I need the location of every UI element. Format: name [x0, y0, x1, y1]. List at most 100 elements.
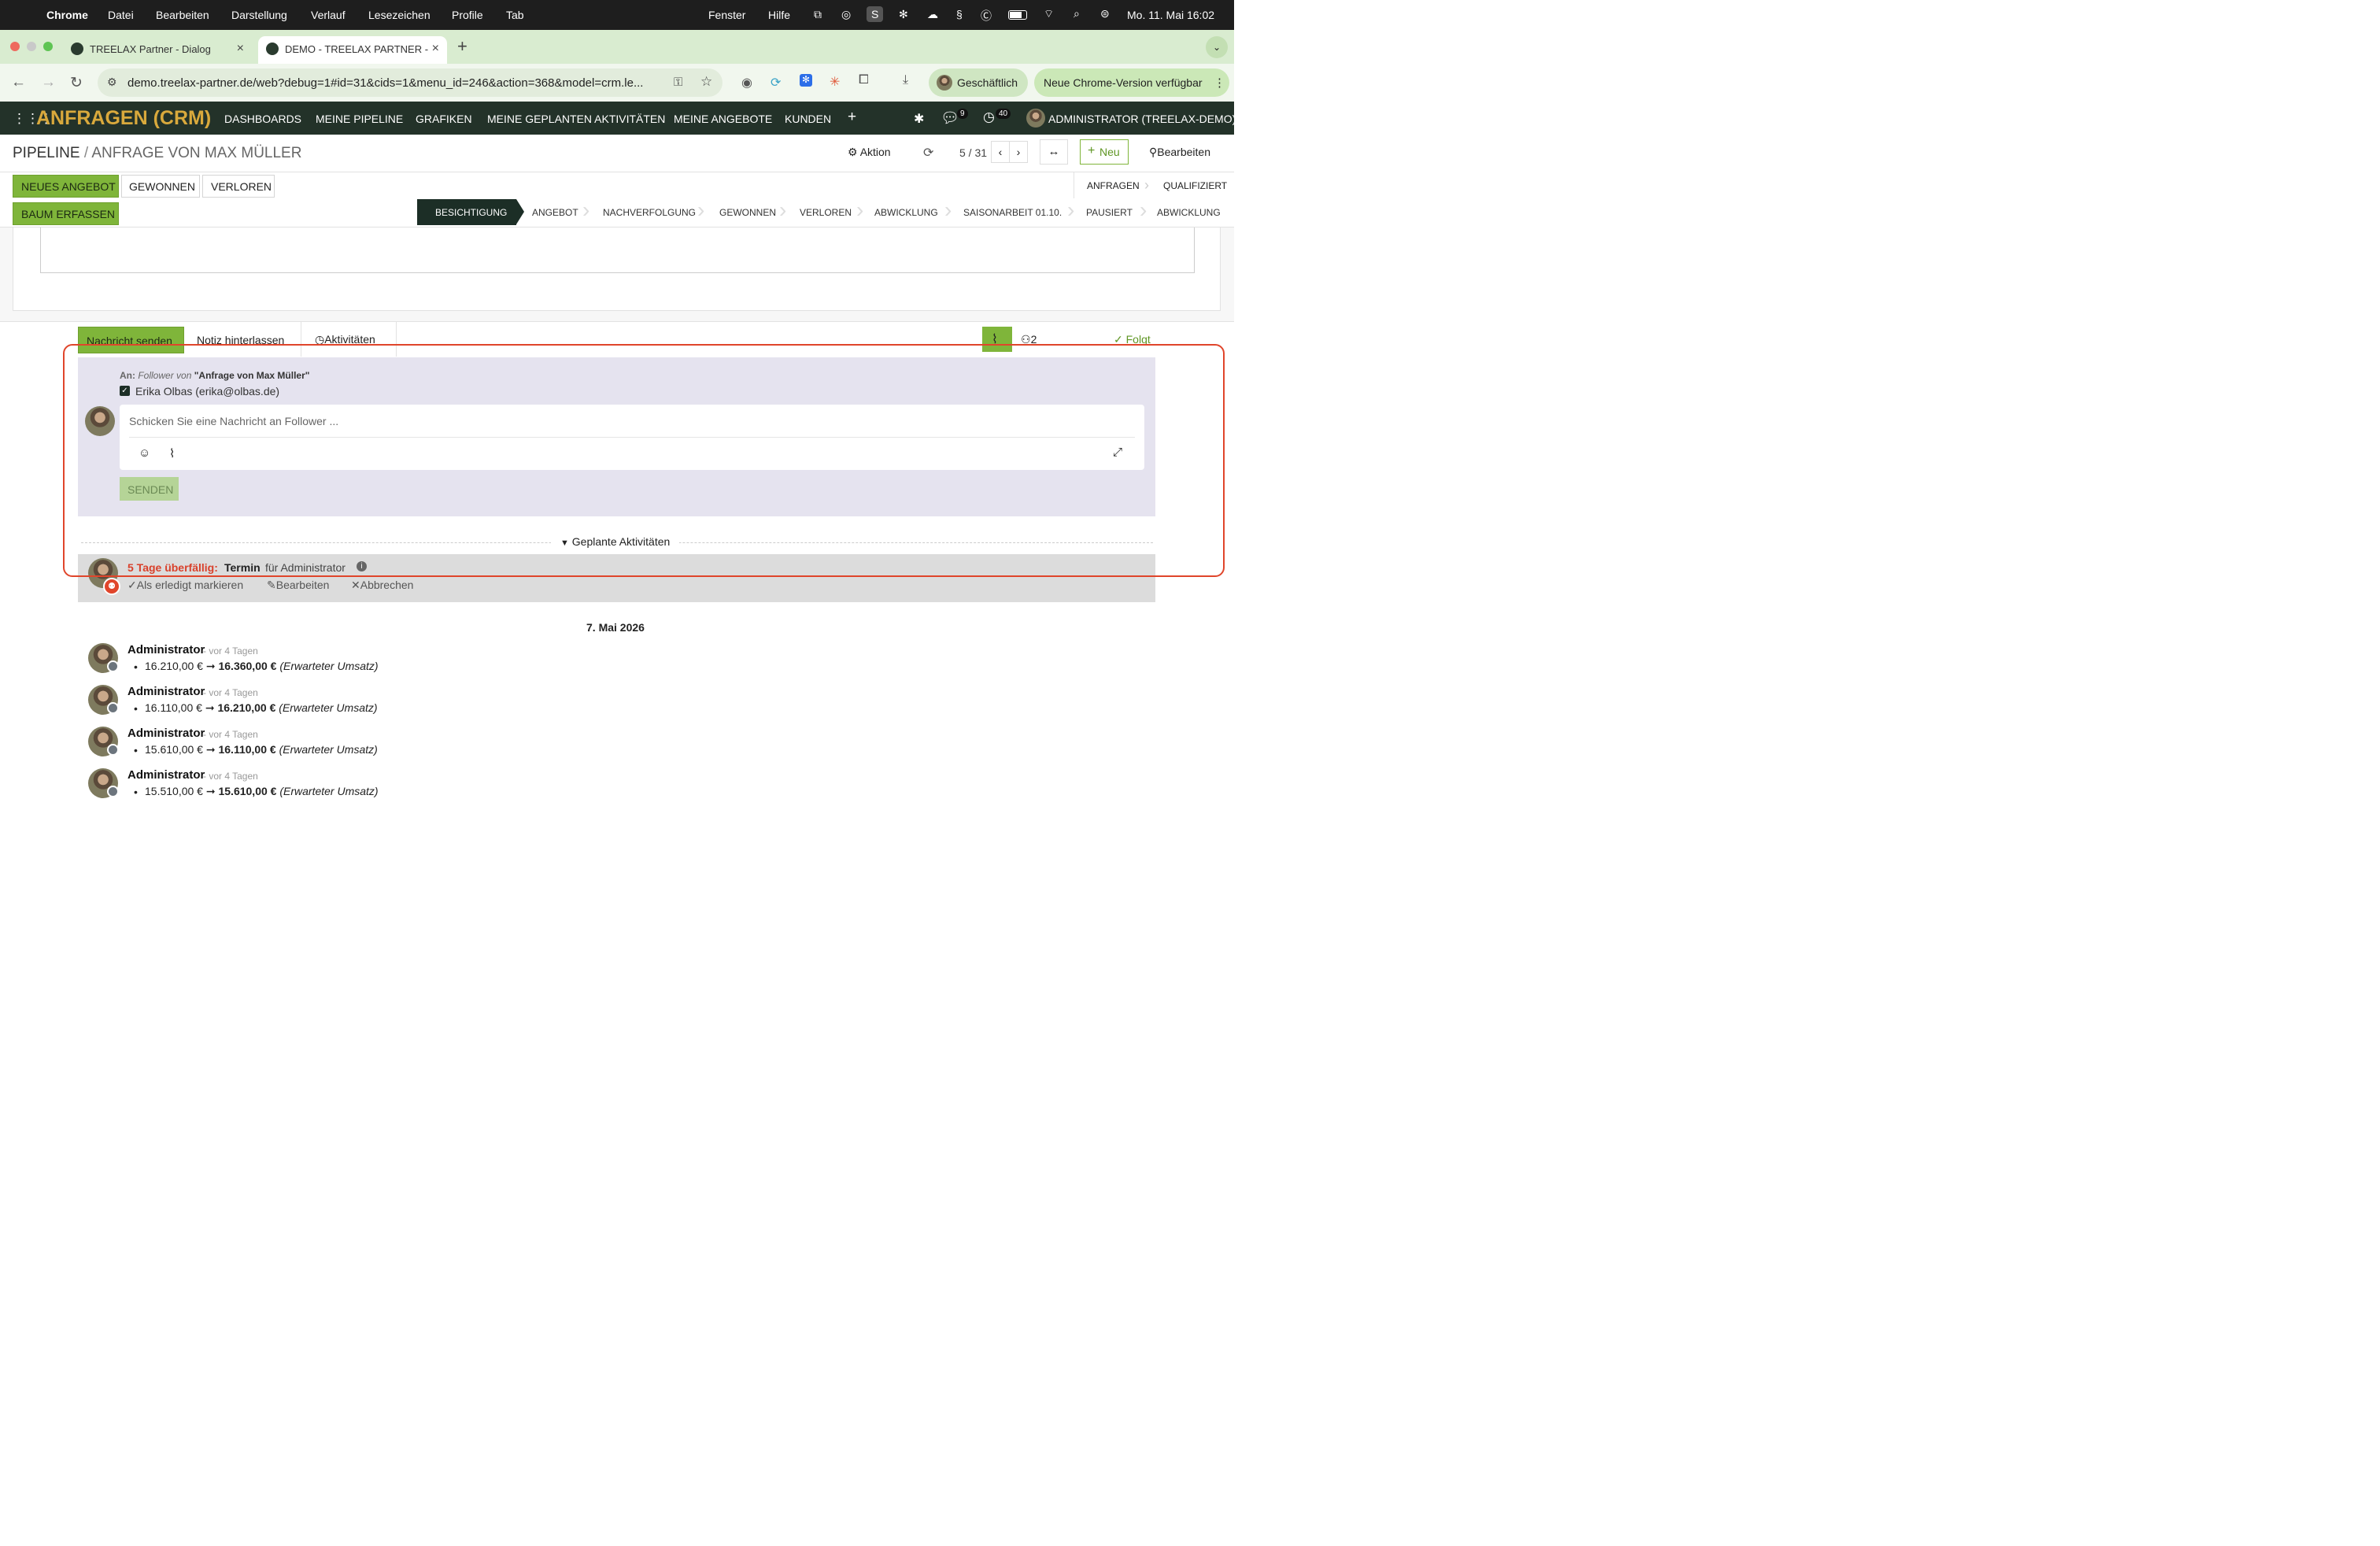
stage-anfragen[interactable]: ANFRAGEN	[1087, 180, 1140, 191]
spotlight-search-icon[interactable]: ⌕	[1074, 7, 1080, 20]
download-icon[interactable]: ⤓	[903, 73, 908, 87]
more-vertical-icon[interactable]: ⋮	[1214, 76, 1225, 90]
c-app-icon[interactable]: Ⓒ	[981, 8, 992, 24]
stage-gewonnen[interactable]: GEWONNEN	[708, 199, 782, 225]
cloud-icon[interactable]: ☁	[927, 8, 938, 21]
mark-lost-button[interactable]: VERLOREN	[202, 175, 275, 198]
address-bar[interactable]: ⚙ demo.treelax-partner.de/web?debug=1#id…	[98, 68, 722, 97]
close-icon[interactable]: ×	[237, 42, 244, 56]
menu-bearbeiten[interactable]: Bearbeiten	[156, 9, 209, 21]
message-author[interactable]: Administrator	[128, 685, 205, 698]
breadcrumb-root[interactable]: PIPELINE	[13, 145, 80, 161]
extension-claude-icon[interactable]: ✳	[830, 74, 840, 90]
mark-done-button[interactable]: ✓Als erledigt markieren	[128, 579, 243, 592]
stage-abwicklung-2[interactable]: ABWICKLUNG	[1149, 199, 1232, 225]
stage-nachverfolgung[interactable]: NACHVERFOLGUNG	[595, 199, 700, 225]
window-minimize-button[interactable]	[27, 42, 36, 51]
menu-lesezeichen[interactable]: Lesezeichen	[368, 9, 431, 21]
form-sheet	[13, 227, 1221, 311]
site-info-icon[interactable]: ⚙	[107, 76, 117, 89]
reload-record-icon[interactable]: ⟳	[923, 145, 933, 161]
browser-tabstrip: TREELAX Partner - Dialog × DEMO - TREELA…	[0, 30, 1234, 64]
wifi-icon[interactable]: ⌔	[1044, 7, 1054, 21]
stage-besichtigung-active[interactable]: BESICHTIGUNG	[417, 199, 516, 225]
back-arrow-icon[interactable]: ←	[11, 74, 26, 91]
menu-datei[interactable]: Datei	[108, 9, 134, 21]
app-title[interactable]: ANFRAGEN (CRM)	[36, 107, 211, 130]
forward-arrow-icon[interactable]: →	[41, 74, 56, 91]
menu-tab[interactable]: Tab	[506, 9, 524, 21]
stage-angebot[interactable]: ANGEBOT	[526, 199, 589, 225]
tab-search-chevron-icon[interactable]: ⌄	[1206, 36, 1228, 58]
stage-saisonarbeit[interactable]: SAISONARBEIT 01.10.	[954, 199, 1070, 225]
description-textarea[interactable]	[40, 227, 1195, 273]
new-quote-button[interactable]: NEUES ANGEBOT	[13, 175, 119, 198]
sync-status-icon[interactable]: ◎	[841, 8, 851, 21]
new-tab-plus-icon[interactable]: +	[457, 36, 468, 57]
nav-add-plus-icon[interactable]: +	[848, 109, 856, 126]
stage-qualifiziert[interactable]: QUALIFIZIERT	[1163, 180, 1227, 191]
arrow-right-icon: ➞	[205, 701, 215, 714]
browser-toolbar: ← → ↻ ⚙ demo.treelax-partner.de/web?debu…	[0, 64, 1234, 102]
plus-icon: +	[1088, 144, 1096, 157]
close-icon[interactable]: ×	[432, 42, 439, 56]
user-avatar[interactable]	[1026, 109, 1045, 128]
menu-app-name[interactable]: Chrome	[46, 9, 88, 21]
new-record-button[interactable]: + Neu	[1080, 139, 1129, 165]
stage-verloren[interactable]: VERLOREN	[790, 199, 859, 225]
chrome-update-button[interactable]: Neue Chrome-Version verfügbar ⋮	[1034, 68, 1229, 97]
cancel-activity-button[interactable]: ✕Abbrechen	[351, 579, 413, 592]
activities-clock-icon[interactable]: ◷	[983, 109, 995, 125]
snowflake-icon[interactable]: ✻	[899, 8, 908, 21]
menu-datetime[interactable]: Mo. 11. Mai 16:02	[1127, 9, 1214, 21]
window-close-button[interactable]	[10, 42, 20, 51]
menu-verlauf[interactable]: Verlauf	[311, 9, 346, 21]
nav-kunden[interactable]: KUNDEN	[785, 113, 831, 125]
menu-hilfe[interactable]: Hilfe	[768, 9, 790, 21]
nav-meine-geplanten-aktivitaeten[interactable]: MEINE GEPLANTEN AKTIVITÄTEN	[487, 113, 665, 125]
extensions-puzzle-icon[interactable]: ⧠	[859, 73, 869, 87]
battery-icon[interactable]	[1008, 10, 1027, 20]
pager-previous-chevron-icon[interactable]: ‹	[991, 141, 1010, 163]
mark-won-button[interactable]: GEWONNEN	[121, 175, 200, 198]
message-author[interactable]: Administrator	[128, 643, 205, 656]
stage-abwicklung[interactable]: ABWICKLUNG	[866, 199, 948, 225]
browser-tab-dialog[interactable]: TREELAX Partner - Dialog ×	[63, 36, 252, 64]
window-zoom-button[interactable]	[43, 42, 53, 51]
menu-profile[interactable]: Profile	[452, 9, 483, 21]
message-author[interactable]: Administrator	[128, 768, 205, 782]
nav-grafiken[interactable]: GRAFIKEN	[416, 113, 472, 125]
browser-tab-demo-active[interactable]: DEMO - TREELAX PARTNER - ×	[258, 36, 447, 64]
edit-activity-button[interactable]: ✎Bearbeiten	[267, 579, 329, 592]
extension-1password-icon[interactable]: ◉	[741, 75, 752, 91]
stage-pausiert[interactable]: PAUSIERT	[1077, 199, 1143, 225]
meeting-group-icon: ⚉	[103, 578, 120, 595]
extension-sync-icon[interactable]: ⟳	[771, 75, 781, 91]
password-key-icon[interactable]: ⚿	[674, 76, 682, 89]
dropbox-icon[interactable]: ⧉	[814, 8, 822, 21]
extension-snowflake-icon[interactable]: ✻	[800, 74, 812, 87]
control-center-icon[interactable]: ⊜	[1100, 7, 1110, 20]
profile-button[interactable]: Geschäftlich	[929, 68, 1028, 97]
menu-fenster[interactable]: Fenster	[708, 9, 745, 21]
nav-dashboards[interactable]: DASHBOARDS	[224, 113, 301, 125]
user-menu[interactable]: ADMINISTRATOR (TREELAX-DEMO)	[1048, 113, 1236, 125]
nav-meine-pipeline[interactable]: MEINE PIPELINE	[316, 113, 403, 125]
new-quote-label: NEUES ANGEBOT	[21, 180, 116, 193]
nav-meine-angebote[interactable]: MEINE ANGEBOTE	[674, 113, 772, 125]
capture-tree-button[interactable]: BAUM ERFASSEN	[13, 202, 119, 225]
pager-next-chevron-icon[interactable]: ›	[1009, 141, 1028, 163]
edit-record-button[interactable]: ⚲Bearbeiten	[1149, 146, 1210, 159]
tracking-line: 15.610,00 € ➞ 16.110,00 € (Erwarteter Um…	[145, 743, 378, 756]
bookmark-star-icon[interactable]: ☆	[700, 74, 712, 90]
menu-darstellung[interactable]: Darstellung	[231, 9, 287, 21]
link-icon[interactable]: §	[956, 8, 963, 20]
debug-bug-icon[interactable]: ✱	[914, 111, 924, 127]
pager-value[interactable]: 5 / 31	[959, 146, 987, 159]
message-author[interactable]: Administrator	[128, 727, 205, 740]
s-app-icon[interactable]: S	[867, 6, 884, 22]
reload-icon[interactable]: ↻	[70, 74, 83, 92]
expand-width-arrows-icon[interactable]: ↔	[1040, 139, 1068, 165]
action-menu-button[interactable]: ⚙ Aktion	[848, 146, 891, 159]
stage-separator-chevron-icon: ›	[779, 198, 787, 222]
